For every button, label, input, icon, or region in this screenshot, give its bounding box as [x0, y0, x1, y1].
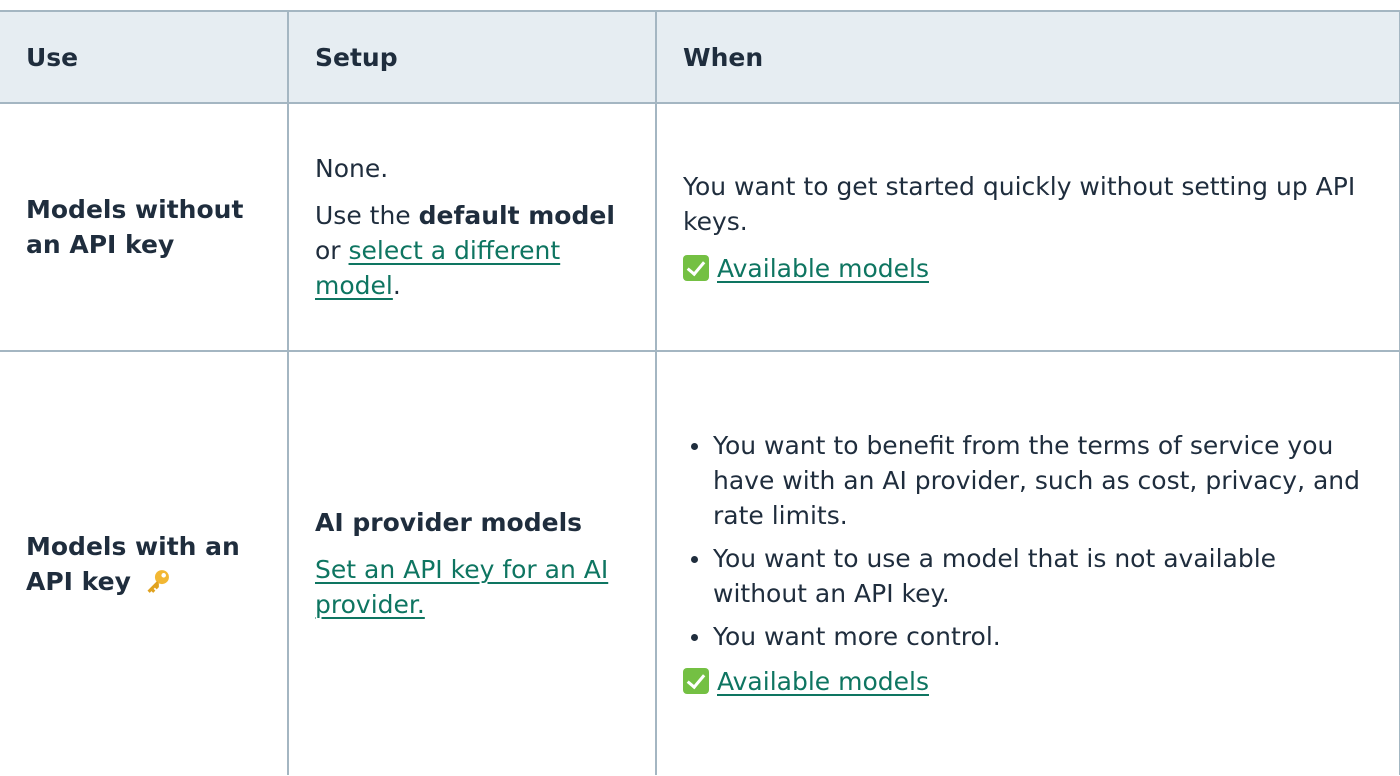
list-item: You want more control.: [691, 619, 1373, 654]
list-item: You want to benefit from the terms of se…: [691, 428, 1373, 533]
available-models-line: Available models: [683, 251, 1373, 286]
select-different-model-link[interactable]: select a different model: [315, 236, 560, 300]
header-row: Use Setup When: [0, 10, 1400, 104]
setup-prefix: Use the: [315, 201, 419, 230]
models-comparison-table: Use Setup When Models without an API key…: [0, 10, 1400, 775]
setup-middle: or: [315, 236, 349, 265]
reasons-list: You want to benefit from the terms of se…: [683, 428, 1373, 654]
setup-none-text: None.: [315, 154, 389, 183]
setup-cell: None. Use the default model or select a …: [287, 102, 657, 352]
available-models-link[interactable]: Available models: [717, 667, 929, 696]
use-cell: Models without an API key: [0, 102, 289, 352]
set-api-key-link[interactable]: Set an API key for an AI provider.: [315, 555, 608, 619]
use-cell: Models with an API key: [0, 350, 289, 775]
key-icon: [147, 569, 169, 593]
setup-description: Use the default model or select a differ…: [315, 198, 629, 303]
use-label: Models without an API key: [26, 195, 244, 259]
use-label: Models with an API key: [26, 531, 240, 596]
available-models-line: Available models: [683, 664, 1373, 699]
ai-provider-models-text: AI provider models: [315, 508, 583, 537]
header-setup: Setup: [287, 10, 657, 104]
check-mark-button-icon: [683, 668, 709, 694]
set-api-key-line: Set an API key for an AI provider.: [315, 552, 629, 622]
when-cell: You want to get started quickly without …: [655, 102, 1400, 352]
setup-cell: AI provider models Set an API key for an…: [287, 350, 657, 775]
default-model-text: default model: [418, 201, 615, 230]
ai-provider-models-heading: AI provider models: [315, 505, 629, 540]
available-models-link[interactable]: Available models: [717, 254, 929, 283]
header-use: Use: [0, 10, 289, 104]
list-item: You want to use a model that is not avai…: [691, 541, 1373, 611]
table-row: Models with an API key AI provider model…: [0, 350, 1400, 775]
when-cell: You want to benefit from the terms of se…: [655, 350, 1400, 775]
when-text: You want to get started quickly without …: [683, 171, 1356, 236]
setup-suffix: .: [392, 271, 401, 300]
check-mark-button-icon: [683, 254, 709, 281]
table-row: Models without an API key None. Use the …: [0, 102, 1400, 352]
header-when: When: [655, 10, 1400, 104]
